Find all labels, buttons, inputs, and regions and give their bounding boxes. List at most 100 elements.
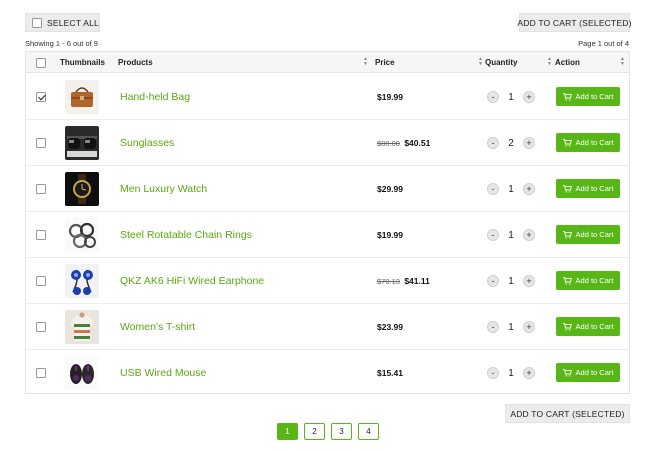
row-checkbox[interactable] [36,322,46,332]
product-thumbnail[interactable] [65,264,99,298]
current-price: $41.11 [404,276,430,286]
table-row: QKZ AK6 HiFi Wired Earphone $70.13 $41.1… [26,258,629,304]
header-quantity-label: Quantity [485,58,518,67]
product-name-link[interactable]: Men Luxury Watch [120,183,207,195]
row-checkbox[interactable] [36,92,46,102]
cart-icon [562,368,572,377]
add-to-cart-label: Add to Cart [575,138,614,147]
table-row: Hand-held Bag $19.99 - 1 + Add to Cart [26,74,629,120]
product-thumbnail[interactable] [65,356,99,390]
quantity-stepper: - 1 + [487,90,535,104]
page-button-1[interactable]: 1 [277,423,298,440]
showing-count: Showing 1 - 6 out of 9 [25,39,98,48]
quantity-value[interactable]: 2 [499,138,523,149]
add-to-cart-selected-button-bottom[interactable]: ADD TO CART (SELECTED) [505,404,630,423]
product-name-link[interactable]: Steel Rotatable Chain Rings [120,229,252,241]
product-thumbnail[interactable] [65,218,99,252]
page-button-4[interactable]: 4 [358,423,379,440]
header-thumbnails: Thumbnails [60,58,105,67]
select-all-button[interactable]: SELECT ALL [25,13,100,32]
old-price: $70.13 [377,277,400,286]
increase-quantity-button[interactable]: + [523,275,535,287]
product-thumbnail[interactable] [65,80,99,114]
cart-icon [562,230,572,239]
quantity-value[interactable]: 1 [499,276,523,287]
product-name-link[interactable]: Women's T-shirt [120,321,195,333]
header-products[interactable]: Products ▲ ▼ [118,52,372,73]
product-price: $19.99 [377,230,403,240]
quantity-stepper: - 1 + [487,228,535,242]
quantity-stepper: - 2 + [487,136,535,150]
quantity-stepper: - 1 + [487,182,535,196]
product-name-link[interactable]: Sunglasses [120,137,174,149]
cart-icon [562,322,572,331]
header-select-cell [36,52,46,73]
page-button-3[interactable]: 3 [331,423,352,440]
add-to-cart-label: Add to Cart [575,230,614,239]
increase-quantity-button[interactable]: + [523,137,535,149]
quantity-value[interactable]: 1 [499,184,523,195]
product-name-link[interactable]: USB Wired Mouse [120,367,206,379]
decrease-quantity-button[interactable]: - [487,321,499,333]
decrease-quantity-button[interactable]: - [487,367,499,379]
product-name-link[interactable]: QKZ AK6 HiFi Wired Earphone [120,275,264,287]
decrease-quantity-button[interactable]: - [487,275,499,287]
header-quantity[interactable]: Quantity ▲ ▼ [485,52,556,73]
add-to-cart-button[interactable]: Add to Cart [556,363,620,382]
decrease-quantity-button[interactable]: - [487,229,499,241]
add-to-cart-label: Add to Cart [575,322,614,331]
product-price: $23.99 [377,322,403,332]
add-to-cart-label: Add to Cart [575,368,614,377]
header-price[interactable]: Price ▲ ▼ [375,52,487,73]
add-to-cart-label: Add to Cart [575,184,614,193]
quantity-value[interactable]: 1 [499,368,523,379]
increase-quantity-button[interactable]: + [523,229,535,241]
row-checkbox[interactable] [36,368,46,378]
increase-quantity-button[interactable]: + [523,367,535,379]
row-checkbox[interactable] [36,184,46,194]
old-price: $80.00 [377,139,400,148]
header-products-label: Products [118,58,153,67]
quantity-value[interactable]: 1 [499,322,523,333]
table-row: USB Wired Mouse $15.41 - 1 + Add to Cart [26,350,629,396]
sort-icon: ▲ ▼ [547,56,552,67]
sort-icon: ▲ ▼ [620,56,625,67]
current-price: $19.99 [377,230,403,240]
product-price: $80.00 $40.51 [377,138,430,148]
add-to-cart-label: Add to Cart [575,276,614,285]
product-thumbnail[interactable] [65,310,99,344]
add-to-cart-button[interactable]: Add to Cart [556,87,620,106]
header-action[interactable]: Action ▲ ▼ [555,52,629,73]
increase-quantity-button[interactable]: + [523,91,535,103]
page-button-2[interactable]: 2 [304,423,325,440]
add-to-cart-button[interactable]: Add to Cart [556,225,620,244]
header-checkbox[interactable] [36,57,46,68]
select-all-checkbox[interactable] [32,17,42,28]
increase-quantity-button[interactable]: + [523,321,535,333]
row-checkbox[interactable] [36,138,46,148]
sort-icon: ▲ ▼ [478,56,483,67]
quantity-value[interactable]: 1 [499,230,523,241]
add-to-cart-selected-button-top[interactable]: ADD TO CART (SELECTED) [517,13,631,32]
table-row: Sunglasses $80.00 $40.51 - 2 + Add to Ca… [26,120,629,166]
cart-icon [562,276,572,285]
product-name-link[interactable]: Hand-held Bag [120,91,190,103]
decrease-quantity-button[interactable]: - [487,137,499,149]
product-price: $70.13 $41.11 [377,276,430,286]
add-to-cart-button[interactable]: Add to Cart [556,317,620,336]
row-checkbox[interactable] [36,276,46,286]
quantity-value[interactable]: 1 [499,92,523,103]
add-to-cart-button[interactable]: Add to Cart [556,271,620,290]
product-thumbnail[interactable] [65,172,99,206]
table-row: Men Luxury Watch $29.99 - 1 + Add to Car… [26,166,629,212]
add-to-cart-button[interactable]: Add to Cart [556,179,620,198]
select-all-label: SELECT ALL [47,17,99,28]
add-to-cart-button[interactable]: Add to Cart [556,133,620,152]
cart-icon [562,138,572,147]
row-checkbox[interactable] [36,230,46,240]
product-thumbnail[interactable] [65,126,99,160]
cart-icon [562,184,572,193]
decrease-quantity-button[interactable]: - [487,91,499,103]
decrease-quantity-button[interactable]: - [487,183,499,195]
increase-quantity-button[interactable]: + [523,183,535,195]
